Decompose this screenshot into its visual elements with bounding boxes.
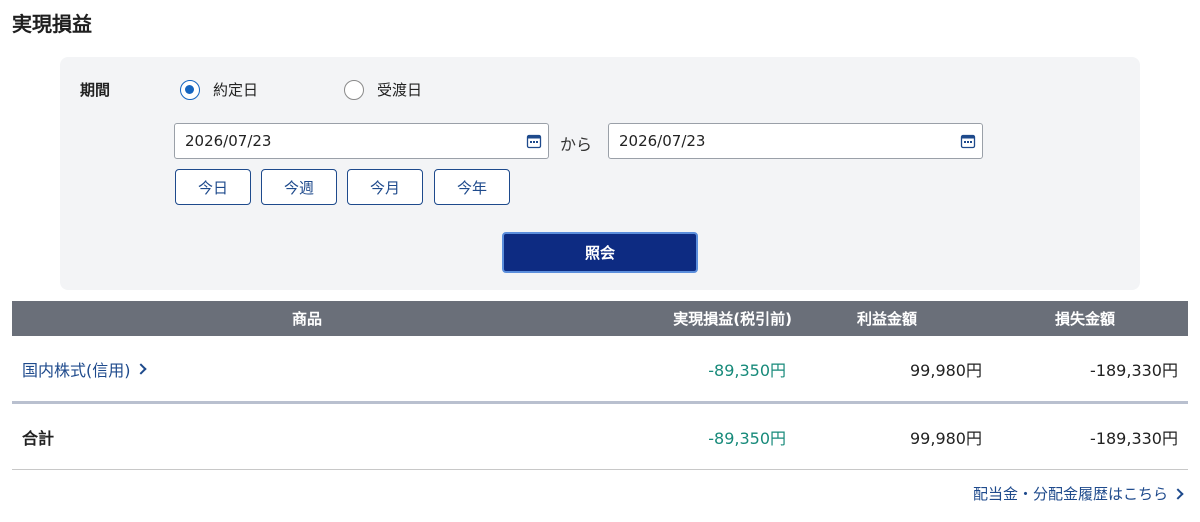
table-row: 国内株式(信用) -89,350円 99,980円 -189,330円 — [12, 336, 1188, 404]
date-from-value: 2026/07/23 — [185, 132, 272, 150]
header-realized-pl: 実現損益(税引前) — [673, 310, 792, 328]
period-label: 期間 — [80, 81, 111, 99]
this-month-button[interactable]: 今月 — [347, 169, 423, 205]
total-loss-value: -189,330円 — [1090, 428, 1178, 448]
product-name: 国内株式(信用) — [22, 360, 131, 380]
radio-circle[interactable] — [344, 79, 364, 100]
today-button[interactable]: 今日 — [175, 169, 251, 205]
page-title: 実現損益 — [12, 12, 92, 36]
total-label: 合計 — [22, 428, 55, 448]
this-year-button[interactable]: 今年 — [434, 169, 510, 205]
submit-button[interactable]: 照会 — [502, 232, 698, 273]
header-product: 商品 — [291, 310, 322, 328]
loss-value: -189,330円 — [1090, 360, 1178, 380]
profit-value: 99,980円 — [910, 360, 982, 380]
realized-pl-table: 商品 実現損益(税引前) 利益金額 損失金額 国内株式(信用) -89,350円… — [12, 301, 1188, 470]
dividend-history-link[interactable]: 配当金・分配金履歴はこちら — [972, 483, 1184, 504]
table-header: 商品 実現損益(税引前) 利益金額 損失金額 — [12, 301, 1188, 336]
header-profit: 利益金額 — [856, 310, 917, 328]
total-realized-pl-value: -89,350円 — [708, 428, 786, 448]
radio-circle-checked[interactable] — [180, 79, 200, 100]
date-to-value: 2026/07/23 — [619, 132, 706, 150]
filter-panel: 期間 約定日 受渡日 2026/07/23 から 2026/07/23 今日 今… — [60, 57, 1140, 290]
total-profit-value: 99,980円 — [910, 428, 982, 448]
date-from-input[interactable]: 2026/07/23 — [174, 123, 549, 159]
radio-label-trade-date: 約定日 — [213, 81, 259, 99]
product-link-domestic-margin[interactable]: 国内株式(信用) — [22, 357, 147, 381]
date-range-separator: から — [560, 135, 593, 154]
radio-settlement-date[interactable]: 受渡日 — [344, 79, 422, 100]
product-cell: 国内株式(信用) — [22, 336, 147, 401]
radio-trade-date[interactable]: 約定日 — [180, 79, 258, 100]
total-row: 合計 -89,350円 99,980円 -189,330円 — [12, 404, 1188, 470]
header-loss: 損失金額 — [1054, 310, 1115, 328]
date-to-input[interactable]: 2026/07/23 — [608, 123, 983, 159]
chevron-right-icon — [1172, 487, 1184, 500]
radio-label-settlement-date: 受渡日 — [377, 81, 423, 99]
this-week-button[interactable]: 今週 — [261, 169, 337, 205]
chevron-right-icon — [134, 362, 147, 375]
calendar-icon[interactable] — [960, 133, 976, 149]
realized-pl-value: -89,350円 — [708, 360, 786, 380]
calendar-icon[interactable] — [526, 133, 542, 149]
dividend-history-label: 配当金・分配金履歴はこちら — [972, 485, 1168, 503]
